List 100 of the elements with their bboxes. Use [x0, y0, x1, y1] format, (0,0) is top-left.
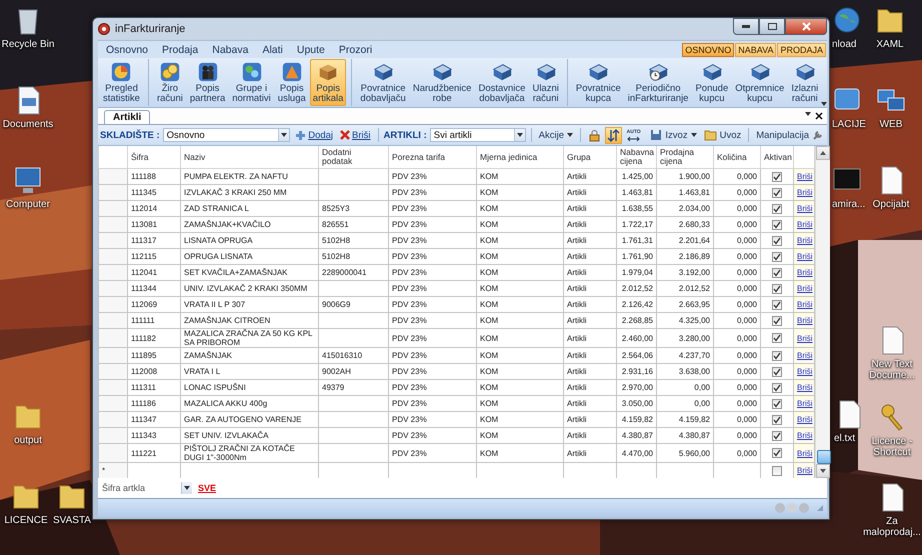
- checkbox[interactable]: [772, 316, 782, 326]
- ribbon-button[interactable]: Povratnice kupca: [572, 59, 624, 106]
- table-cell: Artikli: [567, 204, 587, 213]
- ribbon-button[interactable]: Periodično inFarkturiranje: [624, 59, 692, 106]
- icon-label: SVASTA: [53, 515, 91, 526]
- ribbon-button[interactable]: Žiro računi: [154, 59, 186, 106]
- ribbon-button[interactable]: Ponude kupcu: [692, 59, 732, 106]
- articles-dropdown[interactable]: Svi artikli: [430, 128, 526, 142]
- scroll-thumb[interactable]: [817, 450, 831, 464]
- icon-label: Licence - Shortcut: [870, 436, 914, 458]
- export-button[interactable]: Izvoz: [648, 129, 699, 141]
- close-button[interactable]: [785, 18, 827, 35]
- ribbon-button[interactable]: Dostavnice dobavljača: [475, 59, 528, 106]
- table-cell: 111347: [131, 415, 157, 424]
- ribbon-button[interactable]: Povratnice dobavljaču: [357, 59, 409, 106]
- checkbox[interactable]: [772, 300, 782, 310]
- menu-item[interactable]: Nabava: [212, 44, 248, 56]
- table-cell: 112041: [131, 268, 158, 277]
- table-cell: KOM: [480, 334, 498, 342]
- checkbox[interactable]: [772, 430, 782, 440]
- table-cell: PDV 23%: [392, 236, 427, 245]
- table-cell: 112008: [131, 367, 158, 376]
- column-header: Porezna tarifa: [392, 152, 445, 162]
- table-cell: 4.470,00: [622, 448, 653, 458]
- minimize-button[interactable]: [733, 18, 759, 35]
- checkbox[interactable]: [772, 466, 782, 476]
- checkbox[interactable]: [772, 252, 782, 262]
- table-cell: MAZALICA AKKU 400g: [184, 399, 268, 408]
- table-cell: 111186: [131, 399, 156, 408]
- checkbox[interactable]: [772, 398, 782, 408]
- table-cell: 0,000: [736, 268, 757, 277]
- ribbon-scroll-icon: [821, 102, 828, 106]
- checkbox[interactable]: [772, 448, 782, 458]
- checkbox[interactable]: [772, 350, 782, 360]
- table-cell: 0,000: [736, 252, 757, 261]
- close-icon[interactable]: [815, 112, 823, 120]
- ribbon-button[interactable]: Popis usluga: [274, 59, 309, 106]
- ribbon-button[interactable]: Pregled statistike: [100, 59, 143, 106]
- ribbon-button[interactable]: Popis partnera: [186, 59, 228, 106]
- table-cell: 1.761,90: [622, 252, 653, 261]
- checkbox[interactable]: [772, 366, 782, 376]
- ribbon-button[interactable]: Popis artikala: [310, 59, 346, 106]
- checkbox[interactable]: [772, 284, 782, 294]
- ribbon-button[interactable]: Izlazni računi: [788, 59, 822, 106]
- table-cell: KOM: [480, 188, 498, 197]
- actions-menu-button[interactable]: Akcije: [536, 130, 575, 140]
- show-all-link[interactable]: SVE: [198, 483, 216, 493]
- checkbox[interactable]: [772, 382, 782, 392]
- column-header: Šifra: [131, 152, 148, 162]
- tray-icon: [430, 61, 454, 83]
- save-icon: [650, 129, 662, 141]
- menu-item[interactable]: Osnovno: [106, 44, 148, 56]
- ribbon-button[interactable]: Narudžbenice robe: [410, 59, 474, 106]
- table-cell: KOM: [480, 415, 498, 424]
- ribbon-button[interactable]: Ulazni računi: [529, 59, 562, 106]
- table-cell: KOM: [480, 220, 498, 229]
- column-header: Količina: [717, 152, 747, 162]
- table-cell: 4.325,00: [678, 316, 710, 325]
- table-cell: PDV 23%: [392, 431, 427, 440]
- scrollbar[interactable]: [815, 146, 830, 478]
- manipulation-button[interactable]: Manipulacija: [754, 130, 825, 140]
- table-cell: Artikli: [567, 188, 587, 197]
- document-tab[interactable]: Artikli: [104, 110, 150, 124]
- table-cell: 111188: [131, 172, 156, 181]
- delete-button[interactable]: Briši: [338, 130, 373, 140]
- table-cell: 2.034,00: [678, 204, 710, 213]
- view-tab[interactable]: NABAVA: [735, 42, 776, 56]
- add-button[interactable]: Dodaj: [293, 130, 336, 140]
- table-cell: 111345: [131, 188, 157, 197]
- checkbox[interactable]: [772, 172, 782, 182]
- table-cell: 4.237,70: [678, 351, 710, 360]
- warehouse-dropdown[interactable]: Osnovno: [162, 128, 290, 142]
- checkbox[interactable]: [772, 333, 782, 343]
- checkbox[interactable]: [772, 414, 782, 424]
- ribbon-button[interactable]: Otpremnice kupcu: [732, 59, 788, 106]
- menu-item[interactable]: Upute: [296, 44, 325, 56]
- menu-item[interactable]: Prodaja: [162, 44, 198, 56]
- icon-label: nload: [832, 39, 856, 50]
- table-cell: 5102H8: [322, 236, 350, 245]
- table-cell: 2.564,06: [622, 351, 653, 360]
- import-button[interactable]: Uvoz: [702, 130, 744, 140]
- ribbon-button[interactable]: Grupe i normativi: [229, 59, 274, 106]
- view-tab[interactable]: PRODAJA: [777, 42, 826, 56]
- table-cell: ZAD STRANICA L: [184, 204, 249, 213]
- checkbox[interactable]: [772, 204, 782, 214]
- menu-item[interactable]: Prozori: [338, 44, 372, 56]
- checkbox[interactable]: [772, 268, 782, 278]
- maximize-button[interactable]: [759, 18, 785, 35]
- checkbox[interactable]: [772, 220, 782, 230]
- filter-dropdown[interactable]: Šifra artkla: [102, 482, 192, 494]
- sort-button[interactable]: [605, 126, 622, 144]
- menu-item[interactable]: Alati: [262, 44, 283, 56]
- table-cell: KOM: [480, 284, 498, 293]
- table-cell: 3.192,00: [678, 268, 710, 277]
- view-tab[interactable]: OSNOVNO: [682, 42, 734, 56]
- table-cell: 111344: [131, 284, 157, 293]
- table-cell: Artikli: [567, 284, 587, 293]
- checkbox[interactable]: [772, 188, 782, 198]
- checkbox[interactable]: [772, 236, 782, 246]
- scroll-up-icon: [820, 151, 826, 155]
